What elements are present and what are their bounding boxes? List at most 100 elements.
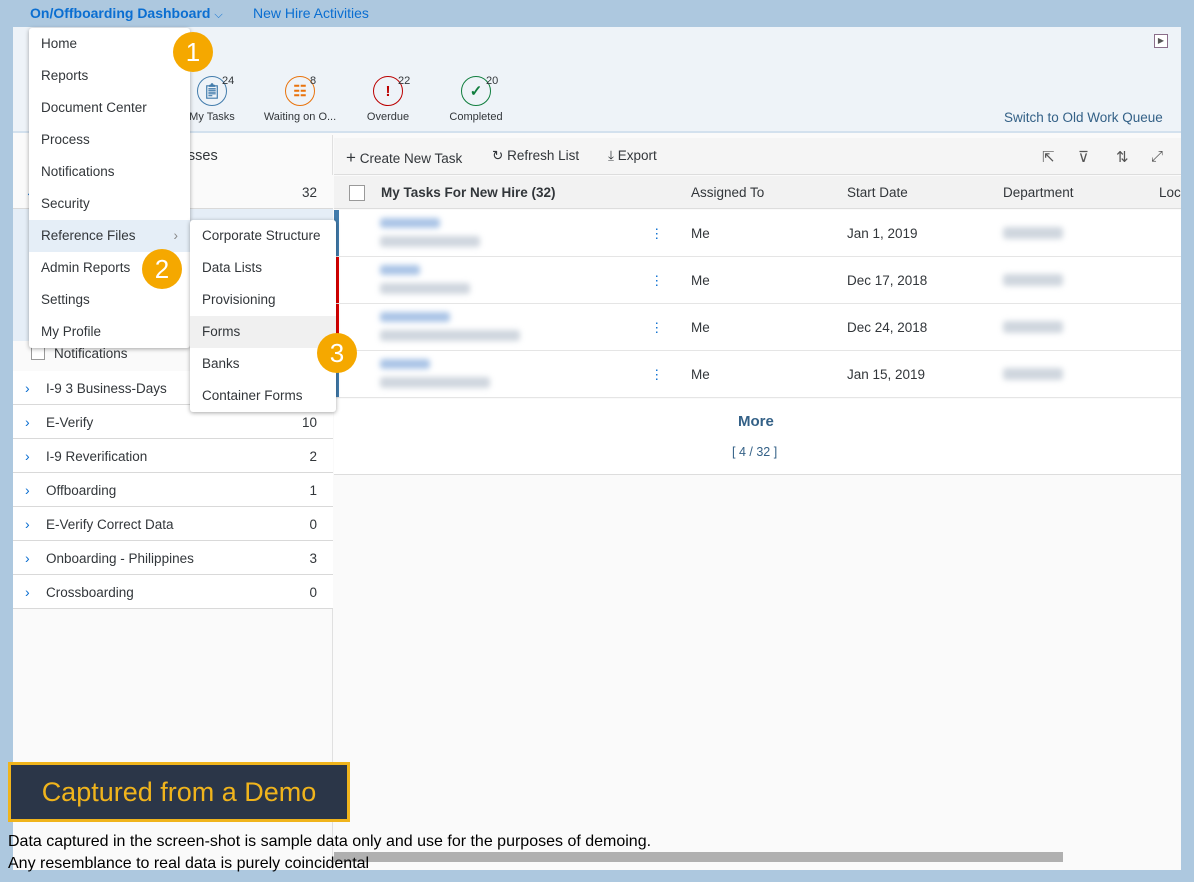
start-date: Jan 1, 2019: [847, 226, 918, 241]
start-date: Dec 17, 2018: [847, 273, 928, 288]
process-label: Onboarding - Philippines: [46, 551, 194, 566]
stat-waiting[interactable]: ☷ 8 Waiting on O...: [255, 75, 345, 123]
play-icon[interactable]: ▶: [1154, 34, 1168, 48]
submenu-item-corporate-structure[interactable]: Corporate Structure: [190, 220, 336, 252]
menu-item-reports[interactable]: Reports: [29, 60, 190, 92]
refresh-label: Refresh List: [507, 148, 580, 163]
download-icon: ⤓: [608, 148, 614, 163]
process-row[interactable]: › Offboarding 1: [13, 473, 333, 507]
process-label: E-Verify Correct Data: [46, 517, 174, 532]
more-icon[interactable]: ⋮: [650, 226, 664, 242]
table-row[interactable]: ⋮ Me Jan 15, 2019: [334, 351, 1181, 398]
stat-count: 8: [310, 75, 317, 87]
process-row[interactable]: › Crossboarding 0: [13, 575, 333, 609]
more-icon[interactable]: ⋮: [650, 273, 664, 289]
process-count: 1: [309, 483, 317, 498]
column-header[interactable]: Start Date: [847, 185, 908, 200]
submenu-item-data-lists[interactable]: Data Lists: [190, 252, 336, 284]
column-header[interactable]: Loc: [1159, 185, 1181, 200]
chevron-down-icon: ⌵: [214, 9, 223, 21]
stat-overdue[interactable]: ! 22 Overdue: [343, 75, 433, 123]
assigned-to: Me: [691, 320, 710, 335]
step-badge-3: 3: [317, 333, 357, 373]
stat-completed[interactable]: ✓ 20 Completed: [431, 75, 521, 123]
more-button[interactable]: More: [738, 413, 774, 430]
assigned-to: Me: [691, 367, 710, 382]
export-button[interactable]: ⤓ Export: [608, 148, 657, 164]
process-count: 10: [301, 415, 317, 430]
dashboard-menu-button[interactable]: On/Offboarding Dashboard ⌵: [30, 5, 223, 22]
stat-count: 24: [222, 75, 235, 87]
chevron-right-icon: ›: [25, 448, 30, 464]
disclaimer-line-1: Data captured in the screen-shot is samp…: [8, 833, 652, 850]
submenu-item-banks[interactable]: Banks: [190, 348, 336, 380]
column-header[interactable]: Assigned To: [691, 185, 764, 200]
process-label: E-Verify: [46, 415, 94, 430]
submenu-item-container-forms[interactable]: Container Forms: [190, 380, 336, 412]
start-date: Dec 24, 2018: [847, 320, 928, 335]
stat-label: Overdue: [366, 111, 410, 123]
more-icon[interactable]: ⋮: [650, 320, 664, 336]
chevron-right-icon: ›: [25, 550, 30, 566]
chevron-right-icon: ›: [25, 584, 30, 600]
horizontal-scrollbar[interactable]: [334, 852, 1063, 862]
disclaimer-line-2: Any resemblance to real data is purely c…: [8, 855, 370, 872]
table-row[interactable]: ⋮ Me Dec 24, 2018: [334, 304, 1181, 351]
sort-icon[interactable]: ⇅: [1116, 148, 1129, 166]
notifications-checkbox[interactable]: [31, 346, 45, 360]
more-icon[interactable]: ⋮: [650, 367, 664, 383]
menu-item-document-center[interactable]: Document Center: [29, 92, 190, 124]
stat-label: Completed: [449, 111, 503, 123]
process-label: I-9 Reverification: [46, 449, 148, 464]
menu-item-process[interactable]: Process: [29, 124, 190, 156]
chevron-right-icon: ›: [25, 414, 30, 430]
stat-count: 20: [486, 75, 499, 87]
table-title: My Tasks For New Hire (32): [381, 185, 556, 200]
process-row[interactable]: › Onboarding - Philippines 3: [13, 541, 333, 575]
refresh-list-button[interactable]: ↻ Refresh List: [492, 148, 579, 164]
process-count: 0: [309, 585, 317, 600]
fullscreen-icon[interactable]: ⤢: [1151, 148, 1163, 165]
process-row[interactable]: › E-Verify Correct Data 0: [13, 507, 333, 541]
table-row[interactable]: ⋮ Me Dec 17, 2018: [334, 257, 1181, 304]
more-area: [334, 399, 1181, 475]
menu-item-reference-files[interactable]: Reference Files ›: [29, 220, 190, 252]
process-row[interactable]: › I-9 Reverification 2: [13, 439, 333, 473]
filter-icon[interactable]: ⊽: [1078, 148, 1089, 166]
select-all-checkbox[interactable]: [349, 185, 365, 201]
assigned-to: Me: [691, 273, 710, 288]
menu-item-my-profile[interactable]: My Profile: [29, 316, 190, 348]
chevron-right-icon: ›: [25, 482, 30, 498]
chevron-right-icon: ›: [25, 380, 30, 396]
table-header: My Tasks For New Hire (32) Assigned To S…: [334, 176, 1181, 209]
chevron-right-icon: ›: [173, 228, 179, 243]
share-icon[interactable]: ⇱: [1042, 148, 1055, 166]
process-count: 0: [309, 517, 317, 532]
refresh-icon: ↻: [492, 148, 504, 163]
reference-files-submenu: Corporate Structure Data Lists Provision…: [190, 220, 336, 412]
menu-item-security[interactable]: Security: [29, 188, 190, 220]
process-count: 2: [309, 449, 317, 464]
column-header[interactable]: Department: [1003, 185, 1074, 200]
paging-indicator: [ 4 / 32 ]: [732, 445, 778, 459]
dashboard-dropdown-menu: Home Reports Document Center Process Not…: [29, 28, 190, 348]
switch-old-queue-link[interactable]: Switch to Old Work Queue: [1004, 110, 1163, 125]
table-row[interactable]: ⋮ Me Jan 1, 2019: [334, 210, 1181, 257]
export-label: Export: [617, 148, 657, 163]
submenu-item-forms[interactable]: Forms: [190, 316, 336, 348]
chevron-right-icon: ›: [25, 516, 30, 532]
submenu-item-provisioning[interactable]: Provisioning: [190, 284, 336, 316]
menu-item-settings[interactable]: Settings: [29, 284, 190, 316]
menu-item-notifications[interactable]: Notifications: [29, 156, 190, 188]
step-badge-1: 1: [173, 32, 213, 72]
process-label: I-9 3 Business-Days: [46, 381, 167, 396]
create-task-button[interactable]: + Create New Task: [346, 148, 462, 168]
demo-banner: Captured from a Demo: [8, 762, 350, 822]
process-count: 32: [301, 185, 317, 200]
table-toolbar: + Create New Task ↻ Refresh List ⤓ Expor…: [334, 138, 1181, 175]
menu-label: Reference Files: [41, 228, 136, 243]
notifications-label: Notifications: [54, 346, 128, 361]
menu-item-home[interactable]: Home: [29, 28, 190, 60]
new-hire-activities-link[interactable]: New Hire Activities: [253, 5, 369, 21]
process-count: 3: [309, 551, 317, 566]
